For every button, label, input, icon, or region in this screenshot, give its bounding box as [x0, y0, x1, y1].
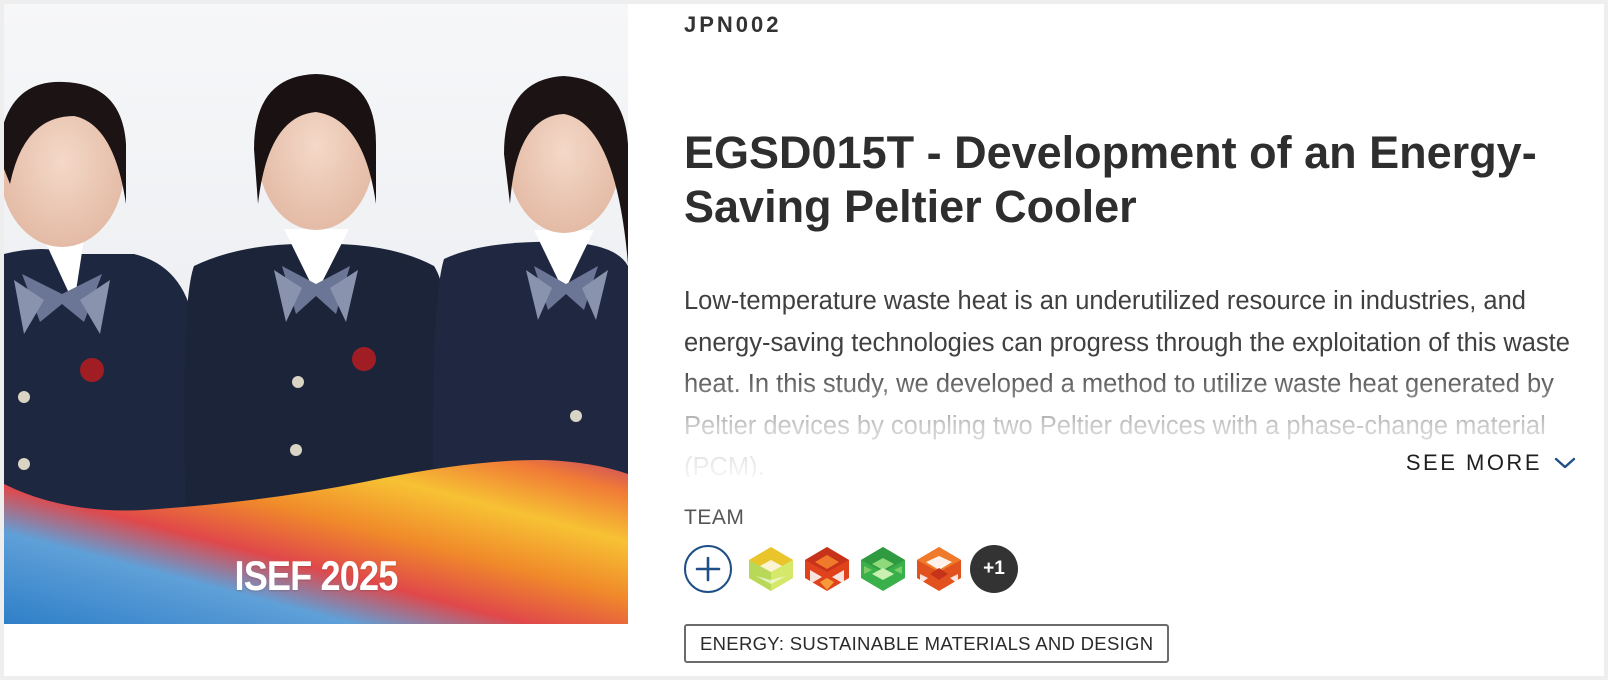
project-title: EGSD015T - Development of an Energy-Savi…: [684, 127, 1537, 232]
team-avatar-1[interactable]: [746, 544, 796, 594]
isef-banner-text: ISEF 2025: [234, 552, 399, 599]
see-more-button[interactable]: SEE MORE: [1375, 444, 1576, 482]
see-more-label: SEE MORE: [1405, 450, 1542, 475]
plus-icon: [695, 556, 721, 582]
team-label: TEAM: [684, 506, 745, 529]
more-members-badge[interactable]: +1: [970, 545, 1018, 593]
team-avatar-3[interactable]: [858, 544, 908, 594]
category-tag[interactable]: ENERGY: SUSTAINABLE MATERIALS AND DESIGN: [684, 624, 1170, 663]
team-avatar-4[interactable]: [914, 544, 964, 594]
project-details: JPN002 EGSD015T - Development of an Ener…: [680, 4, 1580, 676]
chevron-down-icon: [1554, 457, 1576, 469]
team-photo[interactable]: ISEF 2025: [4, 4, 628, 624]
team-avatar-2[interactable]: [802, 544, 852, 594]
team-photo-illustration: [4, 74, 628, 624]
project-code: JPN002: [684, 12, 782, 37]
team-members: +1: [684, 544, 1018, 594]
add-team-member-button[interactable]: [684, 545, 732, 593]
project-card: ISEF 2025 JPN002 EGSD015T - Development …: [4, 4, 1604, 676]
